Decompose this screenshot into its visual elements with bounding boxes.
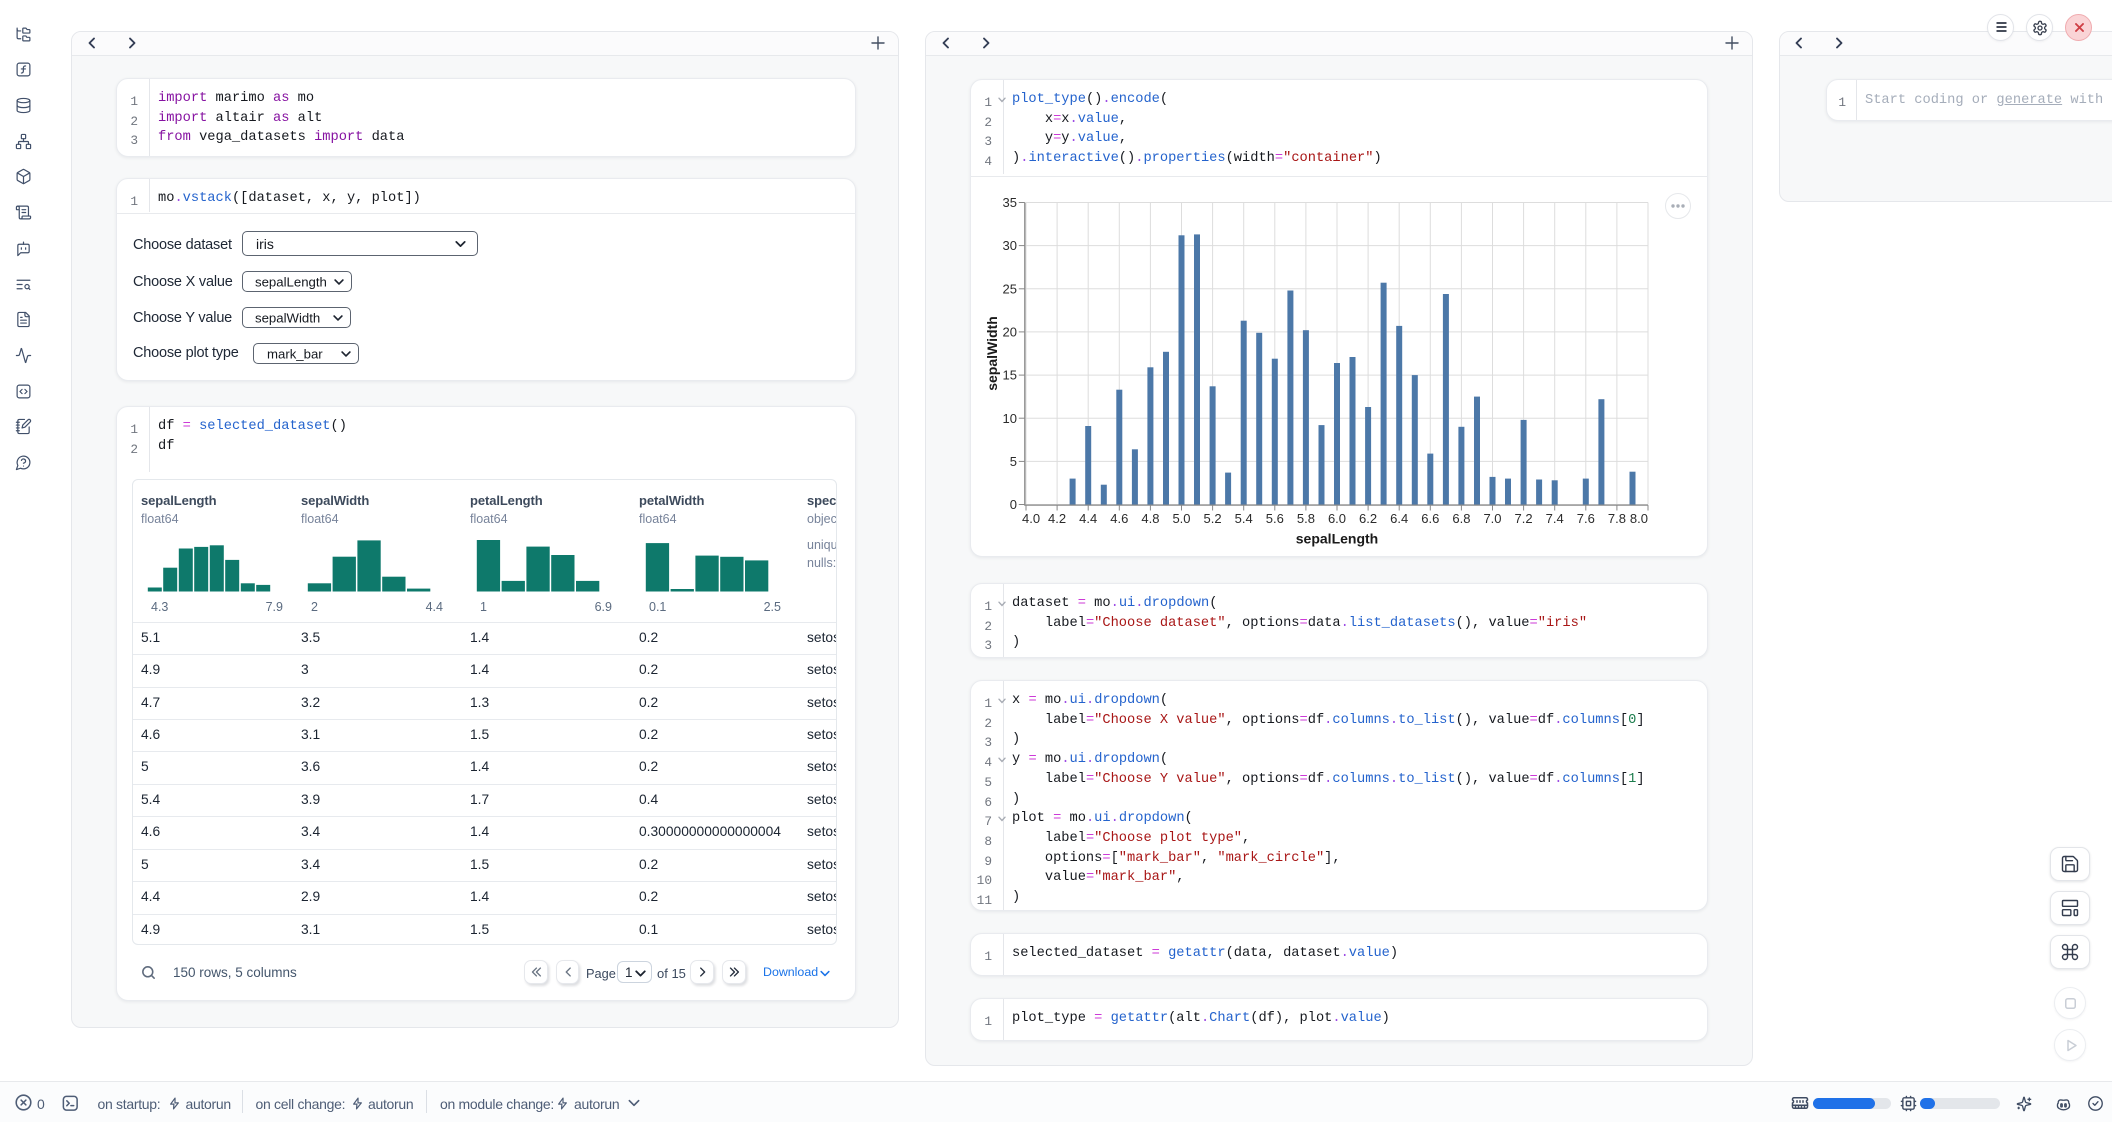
svg-text:6.2: 6.2	[1359, 511, 1377, 526]
svg-text:5.6: 5.6	[1266, 511, 1284, 526]
svg-text:5.4: 5.4	[1235, 511, 1253, 526]
svg-text:30: 30	[1003, 238, 1017, 253]
svg-text:5.0: 5.0	[1172, 511, 1190, 526]
svg-text:4.4: 4.4	[1079, 511, 1097, 526]
svg-text:sepalLength: sepalLength	[1296, 531, 1378, 547]
svg-text:6.4: 6.4	[1390, 511, 1408, 526]
svg-text:7.8: 7.8	[1608, 511, 1626, 526]
svg-text:6.6: 6.6	[1421, 511, 1439, 526]
svg-text:0: 0	[1010, 497, 1017, 512]
svg-text:5: 5	[1010, 454, 1017, 469]
svg-text:6.8: 6.8	[1452, 511, 1470, 526]
svg-text:4.0: 4.0	[1022, 511, 1040, 526]
svg-text:4.2: 4.2	[1048, 511, 1066, 526]
svg-text:20: 20	[1003, 325, 1017, 340]
svg-text:4.8: 4.8	[1141, 511, 1159, 526]
svg-text:6.0: 6.0	[1328, 511, 1346, 526]
svg-text:8.0: 8.0	[1630, 511, 1648, 526]
svg-text:15: 15	[1003, 368, 1017, 383]
svg-text:7.2: 7.2	[1515, 511, 1533, 526]
svg-text:7.6: 7.6	[1577, 511, 1595, 526]
svg-text:7.4: 7.4	[1546, 511, 1564, 526]
svg-text:4.6: 4.6	[1110, 511, 1128, 526]
svg-text:10: 10	[1003, 411, 1017, 426]
svg-text:35: 35	[1003, 195, 1017, 210]
svg-text:25: 25	[1003, 281, 1017, 296]
svg-text:7.0: 7.0	[1483, 511, 1501, 526]
svg-text:5.2: 5.2	[1204, 511, 1222, 526]
svg-text:5.8: 5.8	[1297, 511, 1315, 526]
svg-text:sepalWidth: sepalWidth	[984, 316, 1000, 391]
